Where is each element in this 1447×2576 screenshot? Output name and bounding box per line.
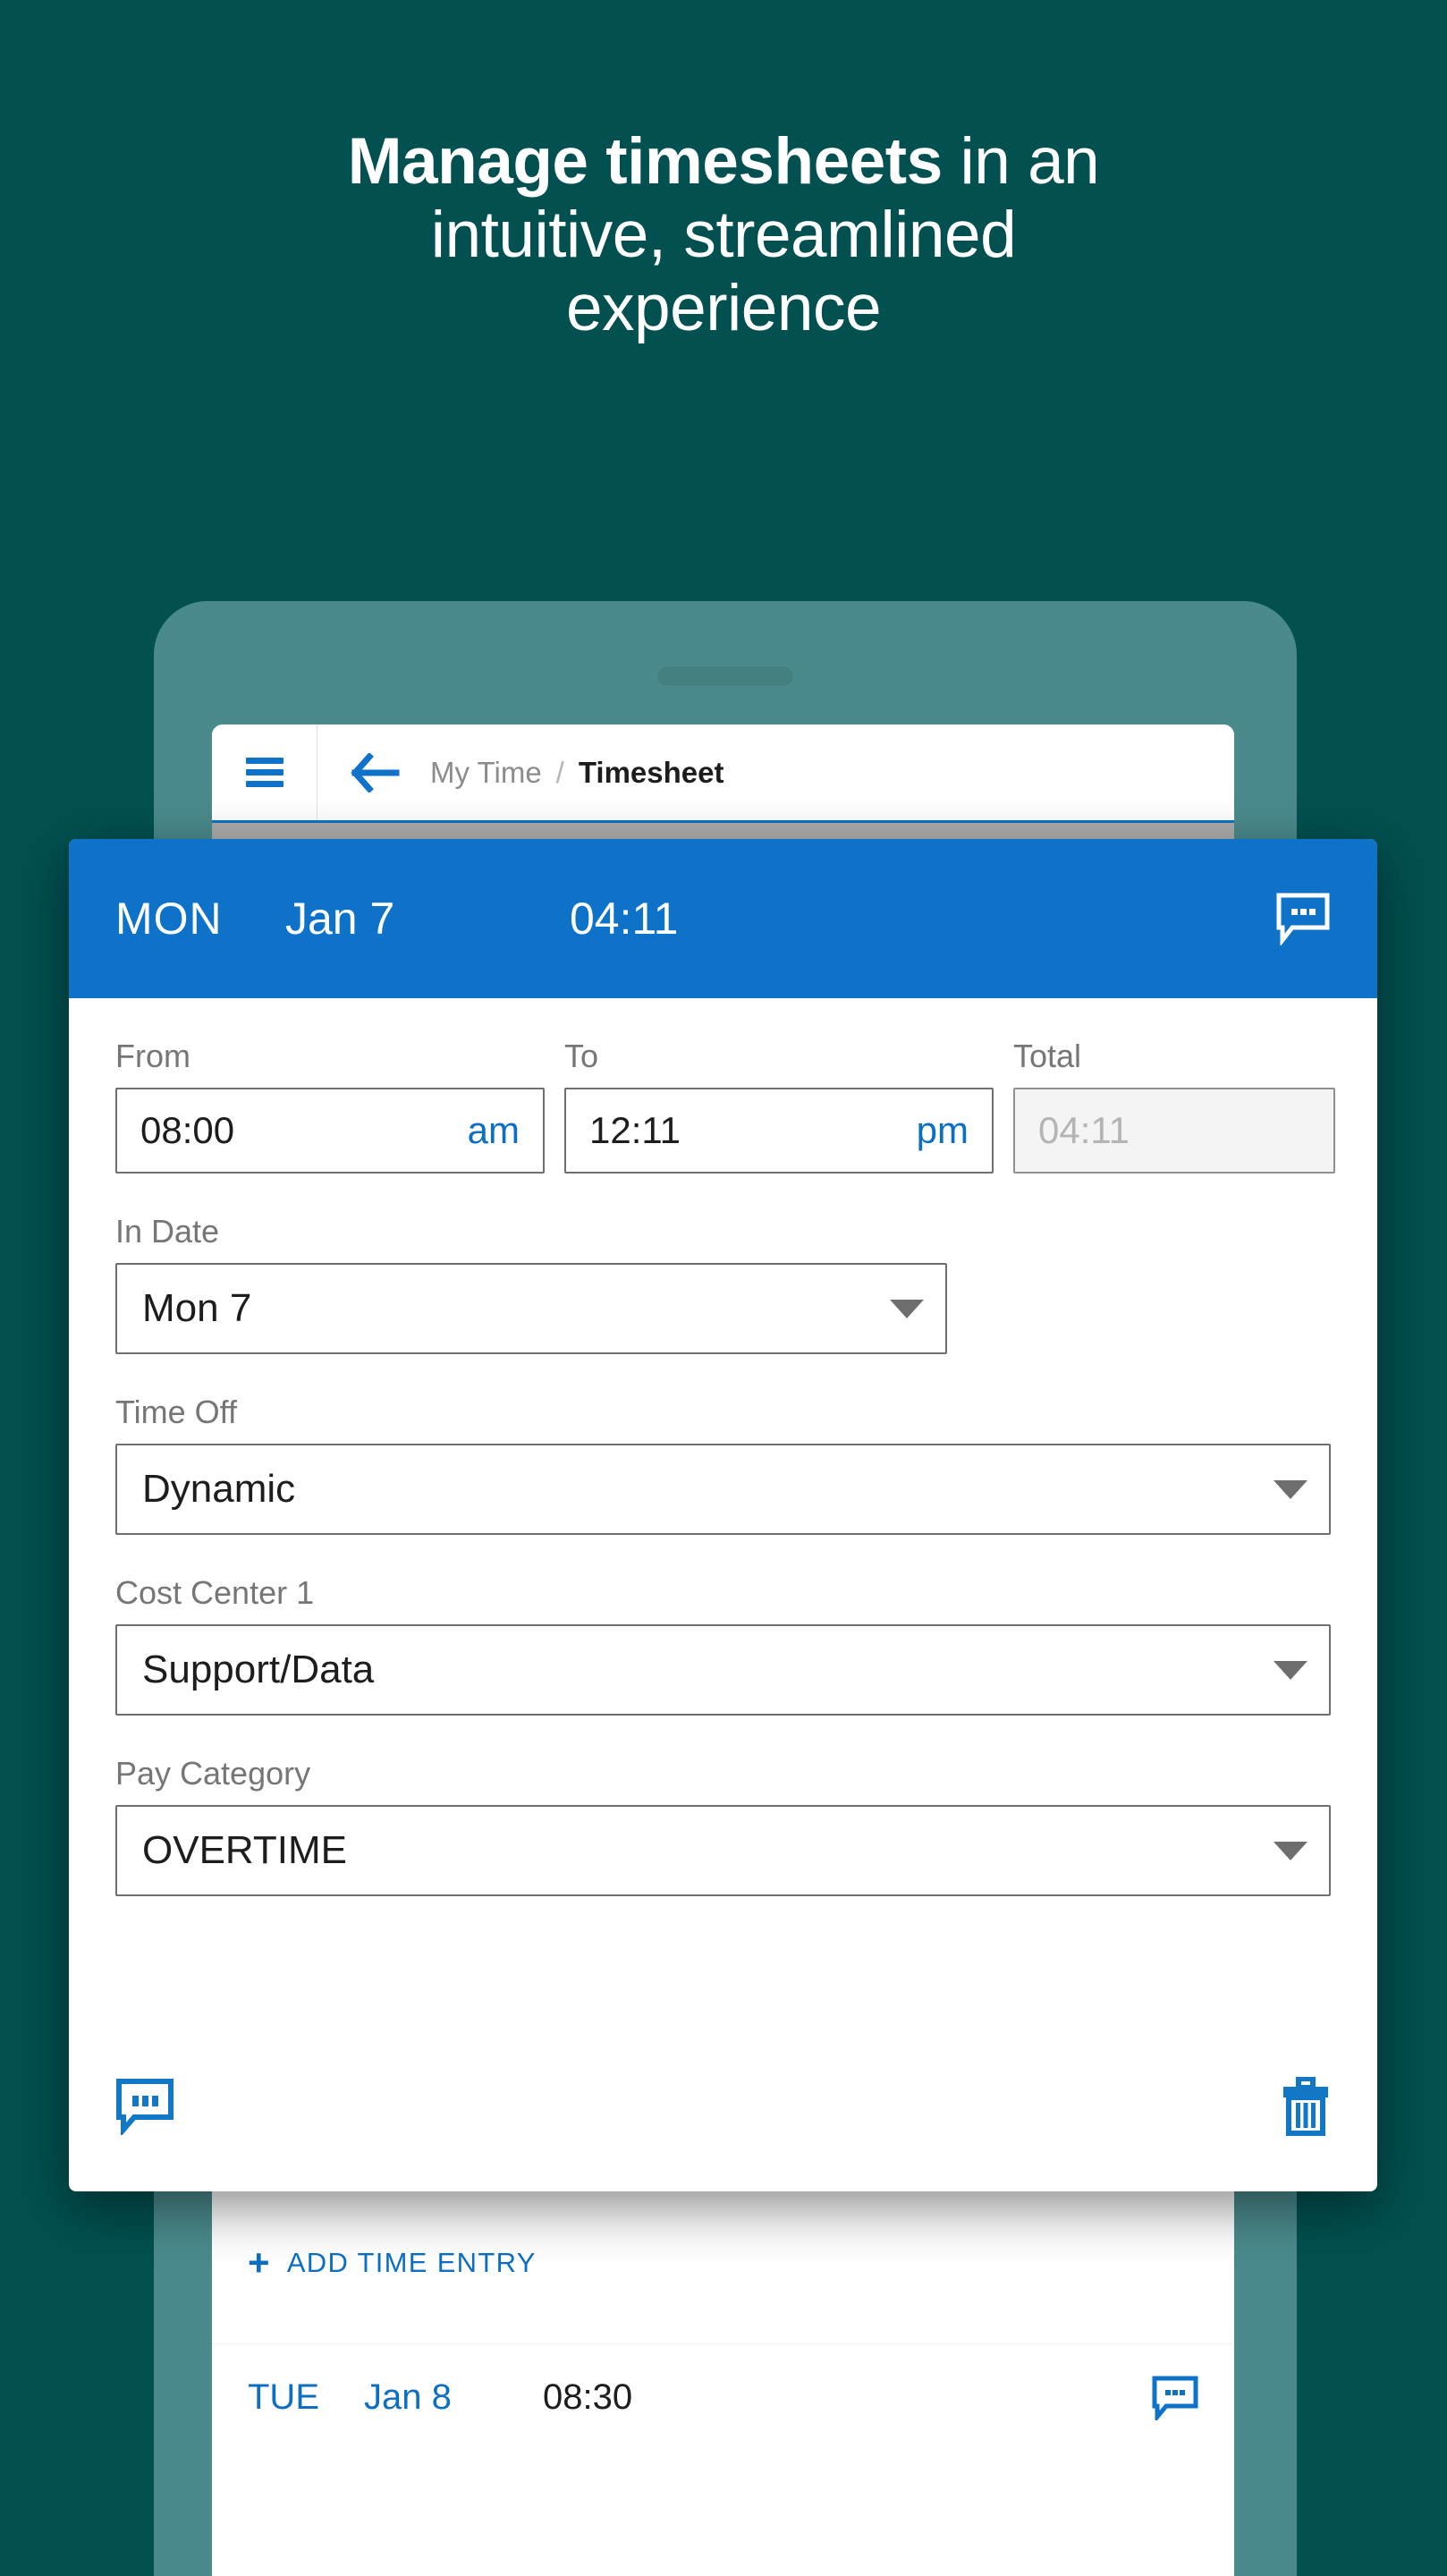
headline-rest: in an (942, 125, 1100, 198)
from-meridiem-toggle[interactable]: am (468, 1109, 520, 1152)
dialog-body: From 08:00 am To 12:11 pm Total 04:11 In… (69, 998, 1377, 1896)
cost-center-value: Support/Data (142, 1648, 375, 1691)
page-title: Manage timesheets in an intuitive, strea… (0, 125, 1447, 344)
table-row[interactable]: TUE Jan 8 08:30 (212, 2343, 1234, 2451)
to-value: 12:11 (589, 1109, 681, 1151)
app-bar: My Time / Timesheet (212, 724, 1234, 823)
comment-bubble-icon[interactable] (1152, 2376, 1198, 2420)
trash-delete-icon[interactable] (1281, 2077, 1331, 2136)
time-range-row: From 08:00 am To 12:11 pm Total 04:11 (115, 1038, 1335, 1174)
in-date-group: In Date Mon 7 (115, 1213, 1331, 1354)
cost-center-select[interactable]: Support/Data (115, 1624, 1331, 1716)
chevron-down-icon (890, 1299, 924, 1318)
in-date-label: In Date (115, 1213, 220, 1250)
dialog-date: Jan 7 (285, 894, 395, 944)
dialog-day: MON (115, 894, 223, 944)
pay-category-label: Pay Category (115, 1755, 311, 1792)
cost-center-label: Cost Center 1 (115, 1574, 315, 1611)
in-date-value: Mon 7 (142, 1286, 252, 1330)
time-entry-dialog: MON Jan 7 04:11 From 08:00 am To 12:11 p… (69, 839, 1377, 2191)
total-label: Total (1013, 1038, 1082, 1074)
total-value: 04:11 (1038, 1109, 1130, 1151)
add-time-entry-button[interactable]: + ADD TIME ENTRY (212, 2214, 1234, 2312)
breadcrumb: My Time / Timesheet (430, 756, 724, 790)
entry-time: 08:30 (543, 2377, 633, 2417)
breadcrumb-parent[interactable]: My Time (430, 756, 542, 790)
chevron-down-icon (1274, 1841, 1307, 1860)
headline-line2: intuitive, streamlined (430, 198, 1017, 271)
dialog-total-time: 04:11 (570, 894, 679, 944)
from-label: From (115, 1038, 190, 1074)
to-input[interactable]: 12:11 pm (564, 1088, 994, 1174)
phone-speaker-notch (657, 666, 793, 686)
headline-bold: Manage timesheets (347, 125, 943, 198)
to-group: To 12:11 pm (564, 1038, 994, 1174)
breadcrumb-current: Timesheet (578, 755, 724, 789)
comment-bubble-icon[interactable] (115, 2078, 174, 2135)
dialog-header: MON Jan 7 04:11 (69, 839, 1377, 998)
hamburger-menu-icon (245, 752, 283, 792)
time-off-select[interactable]: Dynamic (115, 1444, 1331, 1535)
headline-line3: experience (565, 271, 882, 344)
in-date-select[interactable]: Mon 7 (115, 1263, 947, 1354)
breadcrumb-separator: / (555, 755, 564, 789)
dialog-actions (69, 2021, 1377, 2191)
comment-bubble-icon[interactable] (1275, 892, 1331, 945)
back-arrow-icon (350, 752, 400, 792)
from-group: From 08:00 am (115, 1038, 545, 1174)
chevron-down-icon (1274, 1479, 1307, 1499)
back-button[interactable] (317, 752, 430, 792)
from-value: 08:00 (140, 1109, 235, 1151)
total-group: Total 04:11 (1013, 1038, 1335, 1174)
plus-icon: + (248, 2241, 271, 2284)
menu-button[interactable] (212, 724, 317, 820)
time-off-value: Dynamic (142, 1467, 296, 1511)
pay-category-select[interactable]: OVERTIME (115, 1805, 1331, 1896)
chevron-down-icon (1274, 1660, 1307, 1680)
entry-date: Jan 8 (364, 2377, 452, 2417)
entry-day: TUE (248, 2377, 319, 2417)
time-off-group: Time Off Dynamic (115, 1394, 1331, 1535)
time-off-label: Time Off (115, 1394, 238, 1430)
to-label: To (564, 1038, 599, 1074)
to-meridiem-toggle[interactable]: pm (917, 1109, 969, 1152)
pay-category-value: OVERTIME (142, 1828, 348, 1872)
cost-center-group: Cost Center 1 Support/Data (115, 1574, 1331, 1716)
pay-category-group: Pay Category OVERTIME (115, 1755, 1331, 1896)
from-input[interactable]: 08:00 am (115, 1088, 545, 1174)
screenshot-root: Manage timesheets in an intuitive, strea… (0, 0, 1447, 2576)
add-time-entry-label: ADD TIME ENTRY (286, 2247, 537, 2278)
total-input: 04:11 (1013, 1088, 1335, 1174)
